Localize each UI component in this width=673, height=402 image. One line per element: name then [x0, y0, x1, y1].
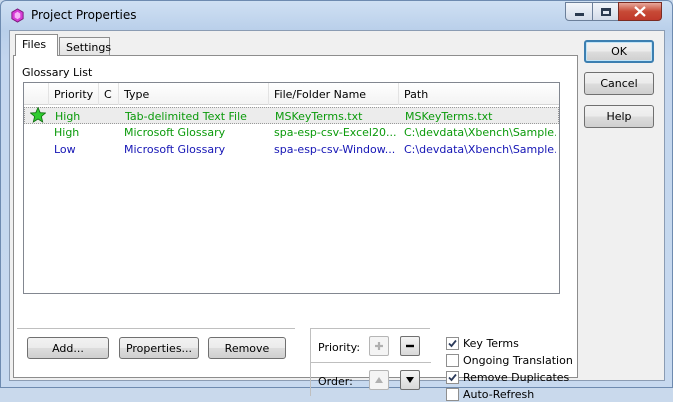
- triangle-down-icon: [406, 377, 414, 383]
- properties-button[interactable]: Properties...: [119, 337, 199, 359]
- row-file-name: MSKeyTerms.txt: [275, 110, 363, 123]
- project-properties-window: Project Properties Files Settings Glossa…: [0, 0, 673, 401]
- title-bar[interactable]: Project Properties: [1, 1, 672, 29]
- glossary-list[interactable]: Priority C Type File/Folder Name Path Hi…: [23, 82, 560, 294]
- column-header-c[interactable]: C: [99, 83, 119, 105]
- row-path: C:\devdata\Xbench\Sample...: [404, 143, 556, 156]
- tab-settings-label: Settings: [66, 41, 112, 54]
- order-down-button[interactable]: [400, 370, 420, 390]
- green-star-icon: [30, 107, 46, 123]
- column-header-file-folder-name[interactable]: File/Folder Name: [269, 83, 399, 105]
- window-title: Project Properties: [31, 8, 137, 22]
- row-priority: High: [54, 126, 80, 139]
- row-file-name: spa-esp-csv-Excel20...: [274, 126, 396, 139]
- remove-duplicates-checkbox[interactable]: [446, 370, 459, 384]
- remove-duplicates-option[interactable]: Remove Duplicates: [446, 369, 569, 385]
- remove-duplicates-label: Remove Duplicates: [463, 370, 570, 384]
- close-button[interactable]: [618, 2, 662, 21]
- list-actions-group: Add... Properties... Remove: [17, 328, 295, 368]
- priority-increase-button[interactable]: [369, 336, 389, 356]
- column-header-icon[interactable]: [24, 83, 49, 105]
- auto-refresh-checkbox[interactable]: [446, 387, 459, 401]
- list-header: Priority C Type File/Folder Name Path: [24, 83, 559, 105]
- minimize-button[interactable]: [565, 2, 593, 21]
- column-header-path[interactable]: Path: [399, 83, 559, 105]
- row-type: Tab-delimited Text File: [125, 110, 247, 123]
- row-priority: Low: [54, 143, 76, 156]
- hexagon-app-icon: [11, 8, 24, 23]
- minimize-icon: [574, 13, 584, 16]
- ongoing-translation-label: Ongoing Translation: [463, 353, 573, 367]
- row-type: Microsoft Glossary: [124, 143, 226, 156]
- dialog-client-area: Files Settings Glossary List Priority C …: [9, 30, 665, 401]
- help-button[interactable]: Help: [584, 105, 654, 128]
- key-terms-option[interactable]: Key Terms: [446, 335, 519, 351]
- list-item[interactable]: Low Microsoft Glossary spa-esp-csv-Windo…: [24, 141, 559, 158]
- tab-settings[interactable]: Settings: [59, 37, 112, 57]
- ongoing-translation-option[interactable]: Ongoing Translation: [446, 352, 573, 368]
- column-header-type[interactable]: Type: [119, 83, 269, 105]
- close-icon: [634, 6, 646, 17]
- priority-decrease-button[interactable]: [400, 336, 420, 356]
- checkmark-icon: [448, 373, 457, 381]
- add-button[interactable]: Add...: [27, 337, 109, 359]
- minus-icon: [406, 344, 414, 348]
- row-path: MSKeyTerms.txt: [405, 110, 493, 123]
- key-terms-label: Key Terms: [463, 336, 519, 350]
- row-path: C:\devdata\Xbench\Sample...: [404, 126, 556, 139]
- row-priority: High: [55, 110, 81, 123]
- files-tab-panel: Glossary List Priority C Type File/Folde…: [13, 55, 578, 401]
- tab-files-label: Files: [22, 38, 47, 51]
- ok-button[interactable]: OK: [584, 40, 654, 63]
- order-label: Order:: [318, 375, 353, 388]
- priority-label: Priority:: [318, 341, 361, 354]
- checkmark-icon: [448, 339, 457, 347]
- glossary-list-label: Glossary List: [22, 66, 93, 79]
- remove-button[interactable]: Remove: [208, 337, 286, 359]
- list-item[interactable]: High Tab-delimited Text File MSKeyTerms.…: [24, 107, 559, 124]
- cancel-button[interactable]: Cancel: [584, 72, 654, 95]
- plus-icon: [375, 342, 383, 350]
- maximize-icon: [600, 7, 611, 16]
- key-terms-checkbox[interactable]: [446, 336, 459, 350]
- auto-refresh-option[interactable]: Auto-Refresh: [446, 386, 534, 402]
- column-header-priority[interactable]: Priority: [49, 83, 99, 105]
- priority-order-group: Priority: Order:: [310, 328, 431, 396]
- ongoing-translation-checkbox[interactable]: [446, 353, 459, 367]
- tab-files[interactable]: Files: [15, 34, 58, 56]
- triangle-up-icon: [375, 377, 383, 383]
- priority-order-divider: [311, 362, 431, 363]
- row-type: Microsoft Glossary: [124, 126, 226, 139]
- auto-refresh-label: Auto-Refresh: [463, 387, 535, 401]
- list-item[interactable]: High Microsoft Glossary spa-esp-csv-Exce…: [24, 124, 559, 141]
- row-file-name: spa-esp-csv-Window...: [274, 143, 396, 156]
- order-up-button[interactable]: [369, 370, 389, 390]
- maximize-button[interactable]: [592, 2, 619, 21]
